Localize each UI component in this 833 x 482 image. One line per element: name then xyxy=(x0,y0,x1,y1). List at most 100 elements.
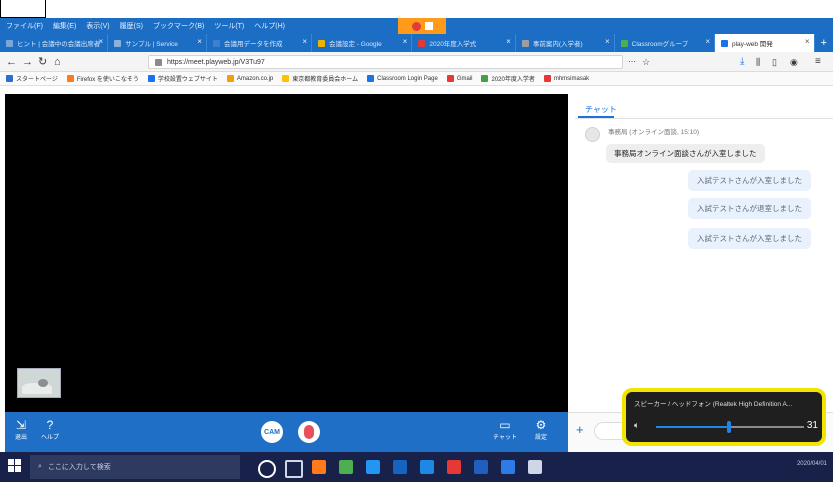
new-tab-icon[interactable]: + xyxy=(815,34,833,52)
leave-button[interactable]: ⇲ 退出 xyxy=(15,418,27,441)
settings-button[interactable]: ⚙ 設定 xyxy=(535,418,547,441)
home-icon[interactable]: ⌂ xyxy=(54,55,61,69)
chat-button[interactable]: ▭ チャット xyxy=(493,418,517,441)
speaker-icon[interactable]: 🔈︎ xyxy=(634,420,639,431)
outgoing-message: 入試テストさんが入室しました xyxy=(688,170,811,191)
menu-item[interactable]: ツール(T) xyxy=(214,21,244,31)
sidebar-icon[interactable]: ▯ xyxy=(772,55,777,69)
mail-icon[interactable] xyxy=(393,460,407,474)
help-button[interactable]: ? ヘルプ xyxy=(41,418,59,441)
browser-tab[interactable]: ヒント | 会議中の会議出席者 × xyxy=(0,34,109,52)
browser-tab[interactable]: 事前案内(入学者) × xyxy=(516,34,615,52)
close-tab-icon[interactable]: × xyxy=(302,37,307,46)
download-icon[interactable]: ⤓ xyxy=(740,55,744,69)
tab-favicon-icon xyxy=(720,39,728,47)
screenshot-label-box xyxy=(0,0,46,18)
menu-item[interactable]: 表示(V) xyxy=(86,21,109,31)
windows-taskbar: ⌕ ここに入力して検索 2020/04/01 xyxy=(0,452,833,482)
library-icon[interactable]: ⫼ xyxy=(756,55,760,69)
edge-icon[interactable] xyxy=(366,460,380,474)
volume-value: 31 xyxy=(806,420,818,431)
acrobat-icon[interactable] xyxy=(447,460,461,474)
menu-item[interactable]: ヘルプ(H) xyxy=(254,21,285,31)
tab-favicon-icon xyxy=(114,39,122,47)
meeting-control-bar: ⇲ 退出 ? ヘルプ CAM ▭ チャット ⚙ 設定 xyxy=(5,412,568,452)
taskbar-search[interactable]: ⌕ ここに入力して検索 xyxy=(30,455,240,479)
bookmark-favicon-icon xyxy=(543,75,551,82)
tab-label: play-web 開発 xyxy=(731,41,773,48)
bookmark-item[interactable]: Gmail xyxy=(446,75,472,82)
add-attachment-icon[interactable]: + xyxy=(576,422,584,437)
leave-label: 退出 xyxy=(15,435,28,441)
word-icon[interactable] xyxy=(474,460,488,474)
bookmark-item[interactable]: Amazon.co.jp xyxy=(226,75,273,82)
taskview-icon[interactable] xyxy=(285,460,303,478)
gear-icon: ⚙ xyxy=(535,418,547,432)
reload-icon[interactable]: ↻ xyxy=(38,55,47,69)
windows-start-icon[interactable] xyxy=(8,459,22,473)
tab-label: 事前案内(入学者) xyxy=(532,41,583,48)
menu-icon[interactable]: ≡ xyxy=(815,55,821,69)
camera-toggle-button[interactable]: CAM xyxy=(261,421,283,443)
chrome-icon[interactable] xyxy=(339,460,353,474)
url-bar[interactable]: https://meet.playweb.jp/V3Tu97 xyxy=(148,55,623,69)
help-label: ヘルプ xyxy=(41,435,60,441)
menu-item[interactable]: 編集(E) xyxy=(53,21,76,31)
tab-favicon-icon xyxy=(521,39,529,47)
settings-icon[interactable] xyxy=(528,460,542,474)
app-icon[interactable] xyxy=(501,460,515,474)
bookmark-item[interactable]: mhmsimasak xyxy=(543,75,589,82)
back-icon[interactable]: ← xyxy=(6,55,17,69)
mic-toggle-button[interactable] xyxy=(298,421,320,443)
menu-item[interactable]: ファイル(F) xyxy=(6,21,43,31)
chat-icon: ▭ xyxy=(499,418,511,432)
mic-icon xyxy=(304,425,314,439)
close-tab-icon[interactable]: × xyxy=(506,37,511,46)
store-icon[interactable] xyxy=(420,460,434,474)
firefox-icon[interactable] xyxy=(312,460,326,474)
close-tab-icon[interactable]: × xyxy=(98,37,103,46)
bookmark-favicon-icon xyxy=(367,75,375,82)
camera-label: CAM xyxy=(264,428,280,436)
search-icon: ⌕ xyxy=(38,463,42,470)
bookmark-favicon-icon xyxy=(226,75,234,82)
browser-tab[interactable]: play-web 開発 × xyxy=(714,34,815,52)
menu-item[interactable]: ブックマーク(B) xyxy=(153,21,204,31)
self-view-thumbnail[interactable] xyxy=(17,368,61,398)
audio-device-name[interactable]: スピーカー / ヘッドフォン (Realtek High Definition … xyxy=(634,398,818,408)
message-sender: 事務局 (オンライン面談, 15:10) xyxy=(608,129,700,136)
lock-icon xyxy=(155,58,162,66)
menu-item[interactable]: 履歴(S) xyxy=(120,21,143,31)
forward-icon[interactable]: → xyxy=(22,55,33,69)
close-tab-icon[interactable]: × xyxy=(197,37,202,46)
close-tab-icon[interactable]: × xyxy=(805,37,810,46)
bookmark-item[interactable]: 学校設置ウェブサイト xyxy=(147,74,218,83)
bookmark-item[interactable]: 2020年度入学者 xyxy=(481,74,535,83)
tab-label: ヒント | 会議中の会議出席者 xyxy=(17,41,101,48)
bookmark-item[interactable]: スタートページ xyxy=(6,74,58,83)
tab-chat[interactable]: チャット xyxy=(585,104,617,115)
browser-tab[interactable]: サンプル | Service × xyxy=(108,34,207,52)
tab-label: 会議用データを作成 xyxy=(223,41,283,48)
close-tab-icon[interactable]: × xyxy=(403,37,408,46)
browser-tab[interactable]: 2020年度入学式 × xyxy=(412,34,516,52)
close-tab-icon[interactable]: × xyxy=(705,37,710,46)
volume-slider-thumb[interactable] xyxy=(727,421,732,433)
volume-slider[interactable] xyxy=(656,421,804,433)
bookmark-star-icon[interactable]: ☆ xyxy=(642,55,650,69)
url-text: https://meet.playweb.jp/V3Tu97 xyxy=(167,58,265,66)
bookmark-item[interactable]: Classroom Login Page xyxy=(367,75,438,82)
bookmark-item[interactable]: 東京都教育委員会ホーム xyxy=(282,74,358,83)
volume-flyout: スピーカー / ヘッドフォン (Realtek High Definition … xyxy=(622,388,826,446)
tab-label: 会議設定 - Google xyxy=(328,41,382,48)
browser-tab[interactable]: 会議用データを作成 × xyxy=(207,34,312,52)
bookmark-item[interactable]: Firefox を使いこなそう xyxy=(66,74,139,83)
tab-label: 2020年度入学式 xyxy=(429,41,477,48)
cortana-icon[interactable] xyxy=(258,460,276,478)
tab-favicon-icon xyxy=(212,39,220,47)
browser-tab[interactable]: 会議設定 - Google × xyxy=(312,34,413,52)
account-icon[interactable]: ◉ xyxy=(790,55,798,69)
close-tab-icon[interactable]: × xyxy=(605,37,610,46)
browser-tab[interactable]: Classroomグループ × xyxy=(615,34,715,52)
page-actions-icon[interactable]: ⋯ xyxy=(628,55,636,69)
